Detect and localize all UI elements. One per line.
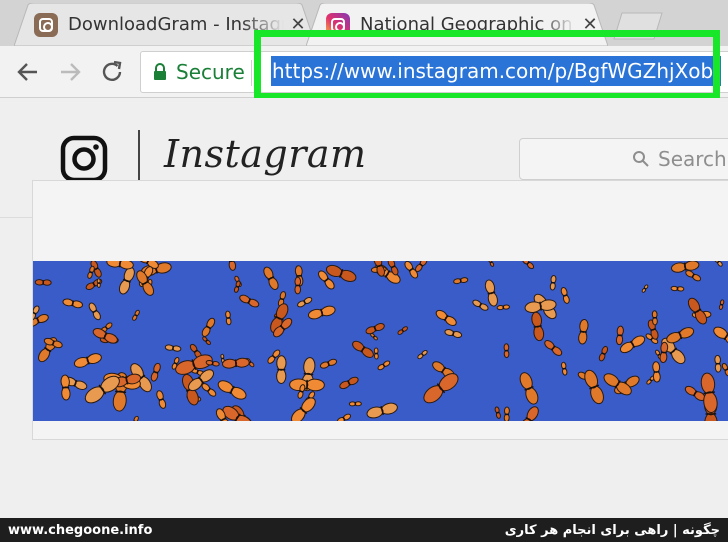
header-divider (138, 130, 140, 182)
reload-icon[interactable] (98, 58, 126, 86)
instagram-wordmark[interactable]: Instagram (164, 132, 367, 176)
tab-title: DownloadGram - Instagram (68, 14, 284, 35)
instagram-camera-icon[interactable] (60, 135, 108, 183)
forward-arrow-icon[interactable] (56, 58, 84, 86)
watermark-bar: www.chegoone.info چگونه | راهی برای انجا… (0, 518, 728, 542)
instagram-favicon-icon (34, 12, 58, 37)
screenshot-frame: DownloadGram - Instagram ✕ National Geog… (0, 0, 728, 542)
secure-label: Secure (176, 60, 245, 84)
butterfly-photo (33, 261, 728, 421)
watermark-tagline: چگونه | راهی برای انجام هر کاری (504, 522, 720, 538)
omnibox-separator (251, 60, 252, 86)
search-icon (633, 151, 649, 167)
back-arrow-icon[interactable] (14, 58, 42, 86)
search-input[interactable]: Search (519, 138, 728, 180)
post-image-butterflies[interactable] (33, 261, 728, 421)
search-placeholder: Search (658, 147, 727, 171)
url-highlight-annotation (254, 30, 720, 100)
secure-indicator[interactable]: Secure (153, 52, 245, 92)
watermark-site: www.chegoone.info (8, 522, 153, 538)
lock-icon (154, 63, 166, 80)
